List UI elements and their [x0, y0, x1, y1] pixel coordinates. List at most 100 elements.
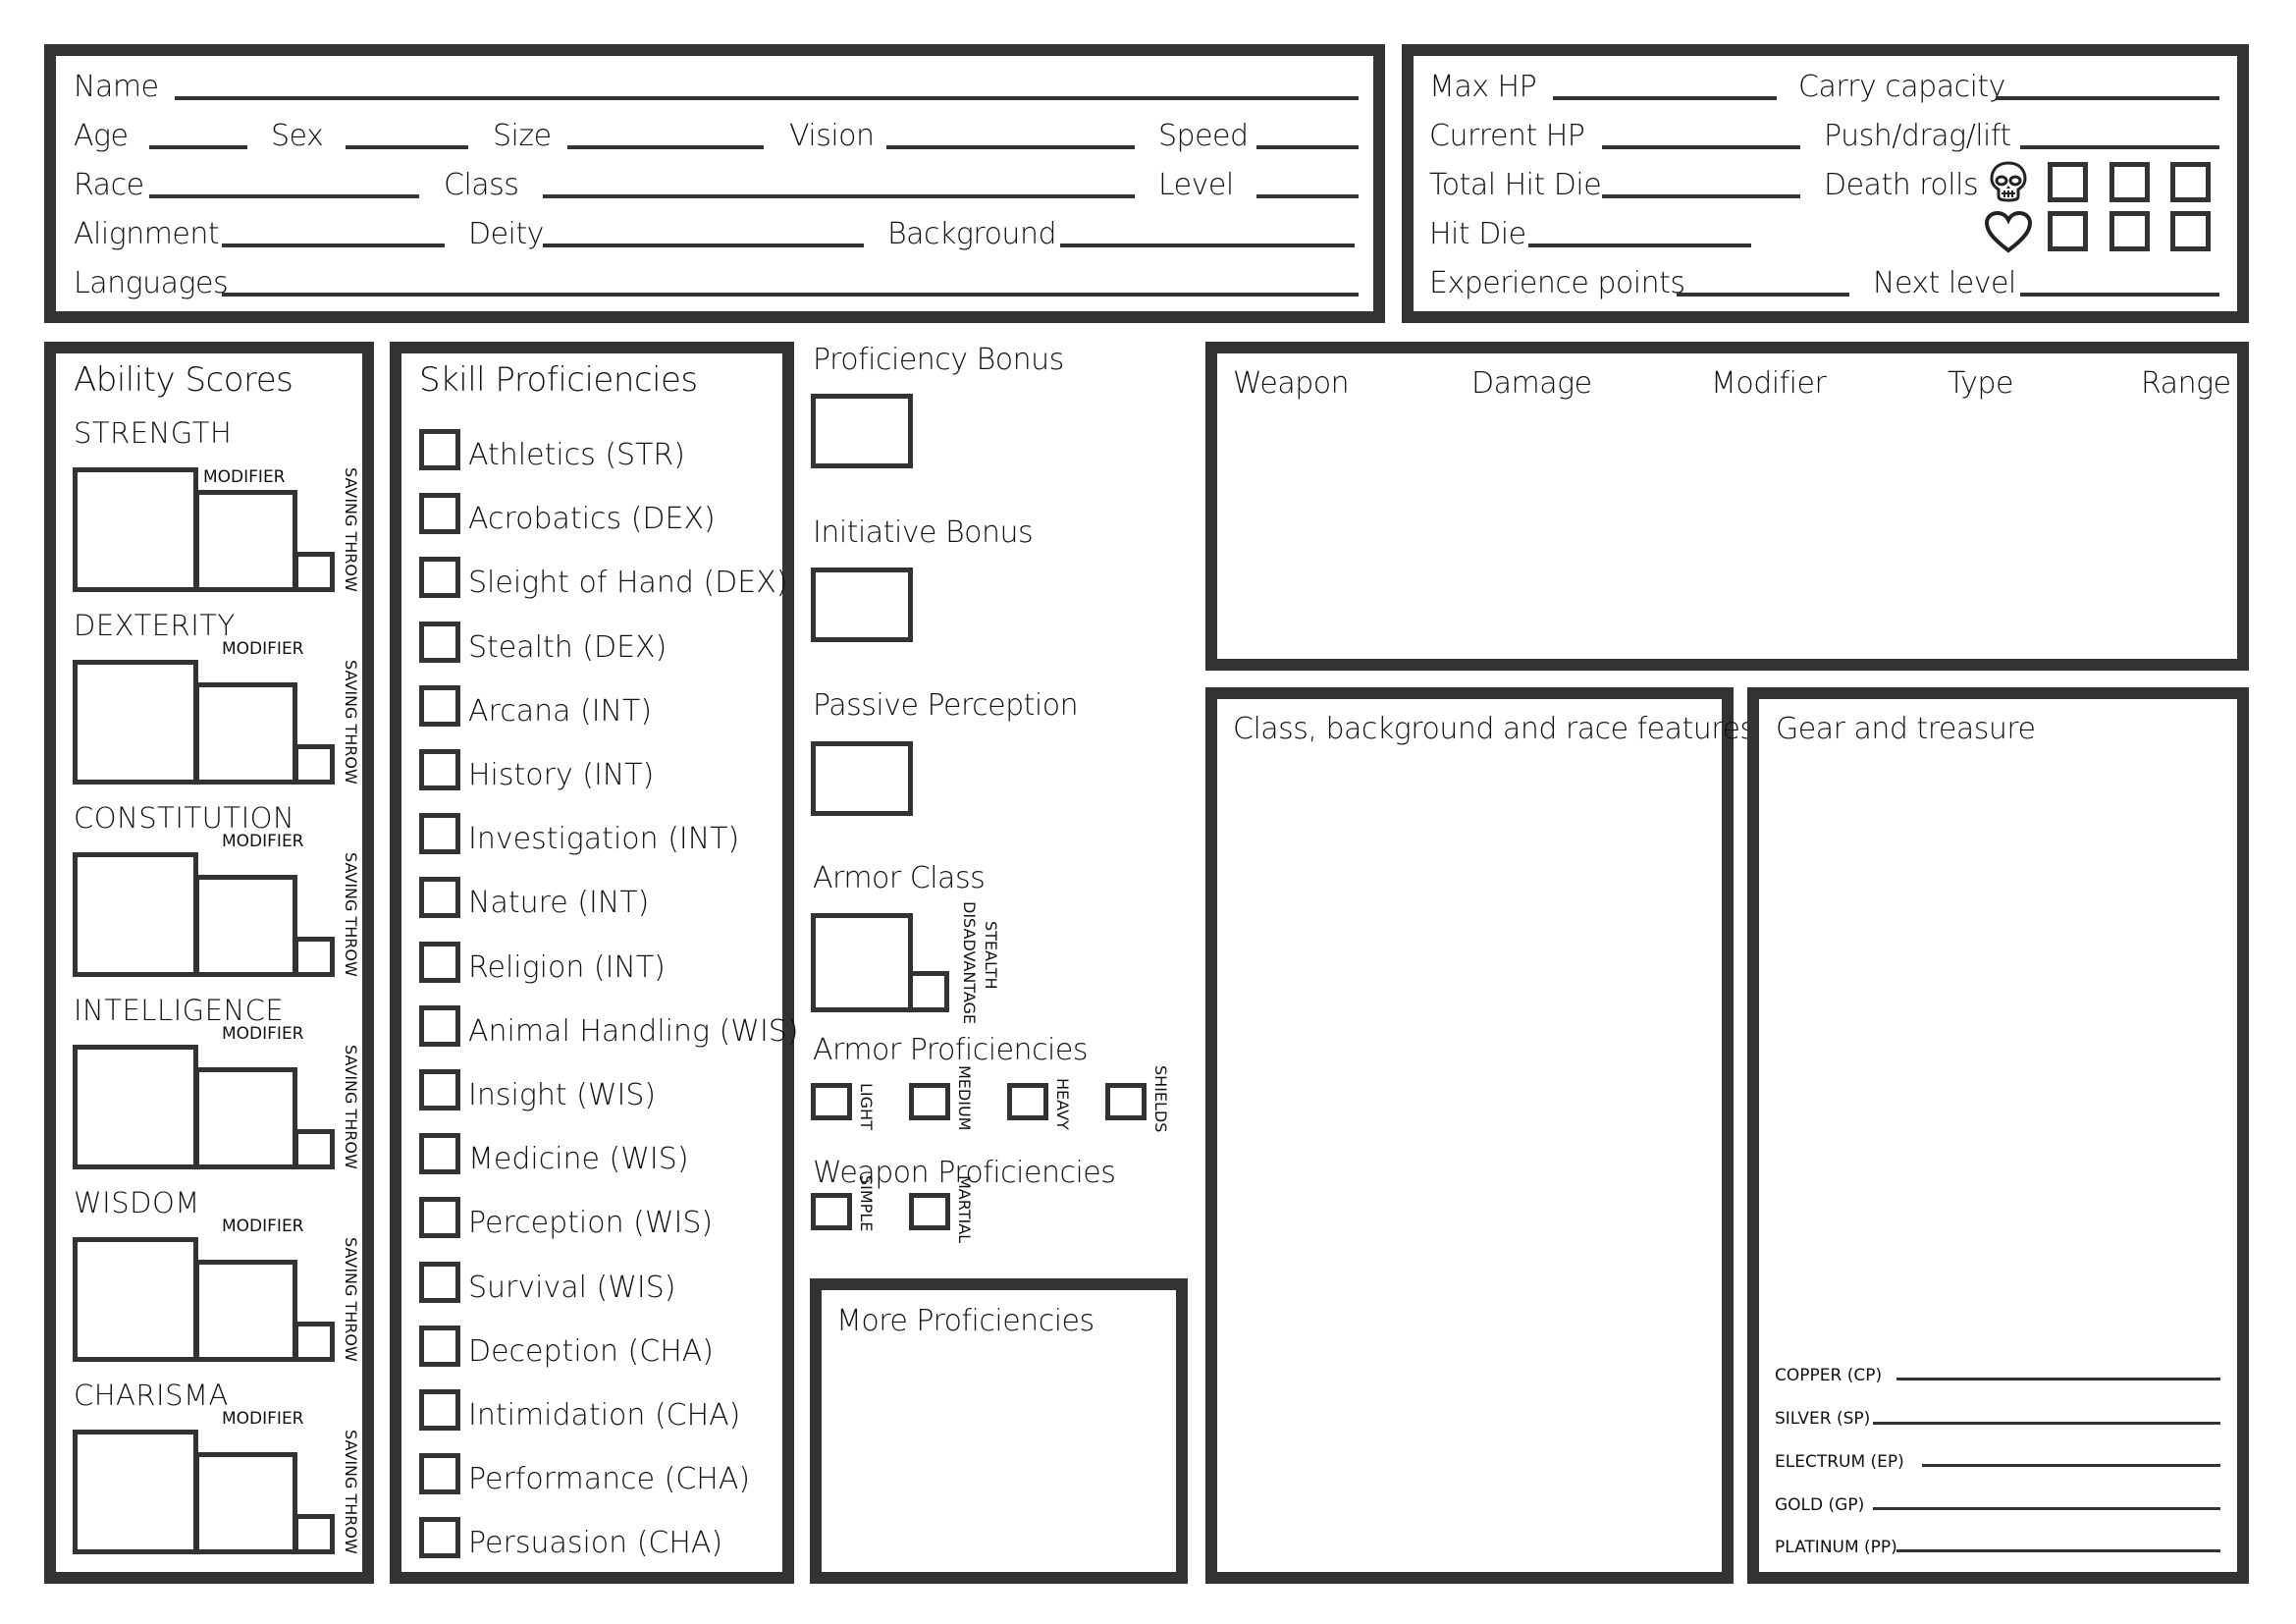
skill-row[interactable]: Perception (WIS)	[419, 1197, 773, 1246]
ability-modifier-field[interactable]	[194, 875, 297, 977]
skill-checkbox[interactable]	[419, 1133, 460, 1174]
saving-throw-checkbox[interactable]	[294, 744, 335, 785]
ability-score-field[interactable]	[73, 1430, 198, 1554]
skill-checkbox[interactable]	[419, 877, 460, 918]
skill-checkbox[interactable]	[419, 1517, 460, 1558]
saving-throw-checkbox[interactable]	[294, 552, 335, 592]
skill-checkbox[interactable]	[419, 493, 460, 534]
total-hit-die-field[interactable]	[1602, 194, 1800, 198]
carry-capacity-field[interactable]	[1996, 96, 2219, 100]
skill-row[interactable]: Arcana (INT)	[419, 685, 773, 734]
saving-throw-checkbox[interactable]	[294, 1514, 335, 1554]
race-field[interactable]	[149, 194, 419, 198]
death-fail-checkbox-2[interactable]	[2109, 162, 2150, 202]
skill-checkbox[interactable]	[419, 813, 460, 854]
ability-modifier-field[interactable]	[194, 1067, 297, 1169]
skill-checkbox[interactable]	[419, 1389, 460, 1431]
passive-perception-field[interactable]	[811, 741, 913, 816]
proficiency-bonus-field[interactable]	[811, 394, 913, 468]
carry-capacity-label: Carry capacity	[1798, 70, 2005, 104]
skill-checkbox[interactable]	[419, 685, 460, 727]
skill-row[interactable]: Insight (WIS)	[419, 1069, 773, 1118]
ability-modifier-field[interactable]	[194, 1452, 297, 1554]
armor-heavy-checkbox[interactable]	[1007, 1083, 1048, 1120]
skill-row[interactable]: Survival (WIS)	[419, 1262, 773, 1311]
skill-row[interactable]: Stealth (DEX)	[419, 622, 773, 671]
skill-checkbox[interactable]	[419, 942, 460, 983]
vision-field[interactable]	[886, 145, 1135, 149]
push-drag-lift-field[interactable]	[2020, 145, 2219, 149]
deity-field[interactable]	[543, 244, 864, 247]
level-field[interactable]	[1256, 194, 1359, 198]
skill-checkbox[interactable]	[419, 1262, 460, 1303]
current-hp-field[interactable]	[1602, 145, 1800, 149]
skill-checkbox[interactable]	[419, 622, 460, 663]
skill-row[interactable]: Sleight of Hand (DEX)	[419, 557, 788, 606]
skill-checkbox[interactable]	[419, 429, 460, 470]
skill-checkbox[interactable]	[419, 749, 460, 790]
ability-modifier-field[interactable]	[194, 1260, 297, 1362]
hit-die-field[interactable]	[1528, 244, 1751, 247]
saving-throw-checkbox[interactable]	[294, 1322, 335, 1362]
age-field[interactable]	[149, 145, 247, 149]
features-panel[interactable]	[1205, 687, 1734, 1584]
skill-row[interactable]: Performance (CHA)	[419, 1453, 773, 1502]
next-level-field[interactable]	[2020, 293, 2219, 297]
skill-checkbox[interactable]	[419, 557, 460, 598]
weapon-martial-checkbox[interactable]	[909, 1193, 950, 1230]
initiative-bonus-field[interactable]	[811, 568, 913, 642]
death-success-checkbox-3[interactable]	[2170, 211, 2211, 251]
platinum-field[interactable]	[1896, 1549, 2220, 1552]
skill-row[interactable]: Investigation (INT)	[419, 813, 773, 862]
silver-field[interactable]	[1873, 1422, 2220, 1425]
armor-class-field[interactable]	[811, 913, 913, 1012]
experience-field[interactable]	[1677, 293, 1849, 297]
death-success-checkbox-1[interactable]	[2048, 211, 2088, 251]
alignment-field[interactable]	[222, 244, 445, 247]
stealth-disadvantage-checkbox[interactable]	[908, 971, 949, 1012]
armor-shields-checkbox[interactable]	[1105, 1083, 1147, 1120]
background-field[interactable]	[1060, 244, 1355, 247]
ability-score-field[interactable]	[73, 1045, 198, 1169]
ability-modifier-field[interactable]	[194, 490, 297, 592]
saving-throw-checkbox[interactable]	[294, 1129, 335, 1169]
ability-modifier-field[interactable]	[194, 682, 297, 785]
weapon-simple-checkbox[interactable]	[811, 1193, 852, 1230]
saving-throw-checkbox[interactable]	[294, 937, 335, 977]
skill-checkbox[interactable]	[419, 1326, 460, 1367]
ability-score-field[interactable]	[73, 852, 198, 977]
skill-row[interactable]: Medicine (WIS)	[419, 1133, 773, 1182]
death-fail-checkbox-1[interactable]	[2048, 162, 2088, 202]
electrum-field[interactable]	[1922, 1464, 2220, 1467]
ability-score-field[interactable]	[73, 467, 198, 592]
death-success-checkbox-2[interactable]	[2109, 211, 2150, 251]
speed-field[interactable]	[1256, 145, 1359, 149]
skill-checkbox[interactable]	[419, 1197, 460, 1238]
name-field[interactable]	[175, 96, 1359, 100]
skill-row[interactable]: Athletics (STR)	[419, 429, 773, 478]
skill-checkbox[interactable]	[419, 1453, 460, 1494]
skill-row[interactable]: Persuasion (CHA)	[419, 1517, 773, 1566]
skill-row[interactable]: History (INT)	[419, 749, 773, 798]
skill-row[interactable]: Deception (CHA)	[419, 1326, 773, 1375]
gear-panel[interactable]	[1747, 687, 2249, 1584]
skill-row[interactable]: Religion (INT)	[419, 942, 773, 991]
max-hp-field[interactable]	[1553, 96, 1777, 100]
skill-row[interactable]: Acrobatics (DEX)	[419, 493, 773, 542]
sex-field[interactable]	[346, 145, 468, 149]
skill-row[interactable]: Intimidation (CHA)	[419, 1389, 773, 1438]
ability-score-field[interactable]	[73, 1237, 198, 1362]
class-field[interactable]	[543, 194, 1135, 198]
skill-checkbox[interactable]	[419, 1069, 460, 1110]
death-fail-checkbox-3[interactable]	[2170, 162, 2211, 202]
ability-score-field[interactable]	[73, 660, 198, 785]
armor-light-checkbox[interactable]	[811, 1083, 852, 1120]
skill-row[interactable]: Animal Handling (WIS)	[419, 1005, 799, 1055]
size-field[interactable]	[567, 145, 764, 149]
skill-checkbox[interactable]	[419, 1005, 460, 1047]
copper-field[interactable]	[1896, 1378, 2220, 1380]
skill-row[interactable]: Nature (INT)	[419, 877, 773, 926]
gold-field[interactable]	[1873, 1507, 2220, 1510]
languages-field[interactable]	[222, 293, 1359, 297]
armor-medium-checkbox[interactable]	[909, 1083, 950, 1120]
